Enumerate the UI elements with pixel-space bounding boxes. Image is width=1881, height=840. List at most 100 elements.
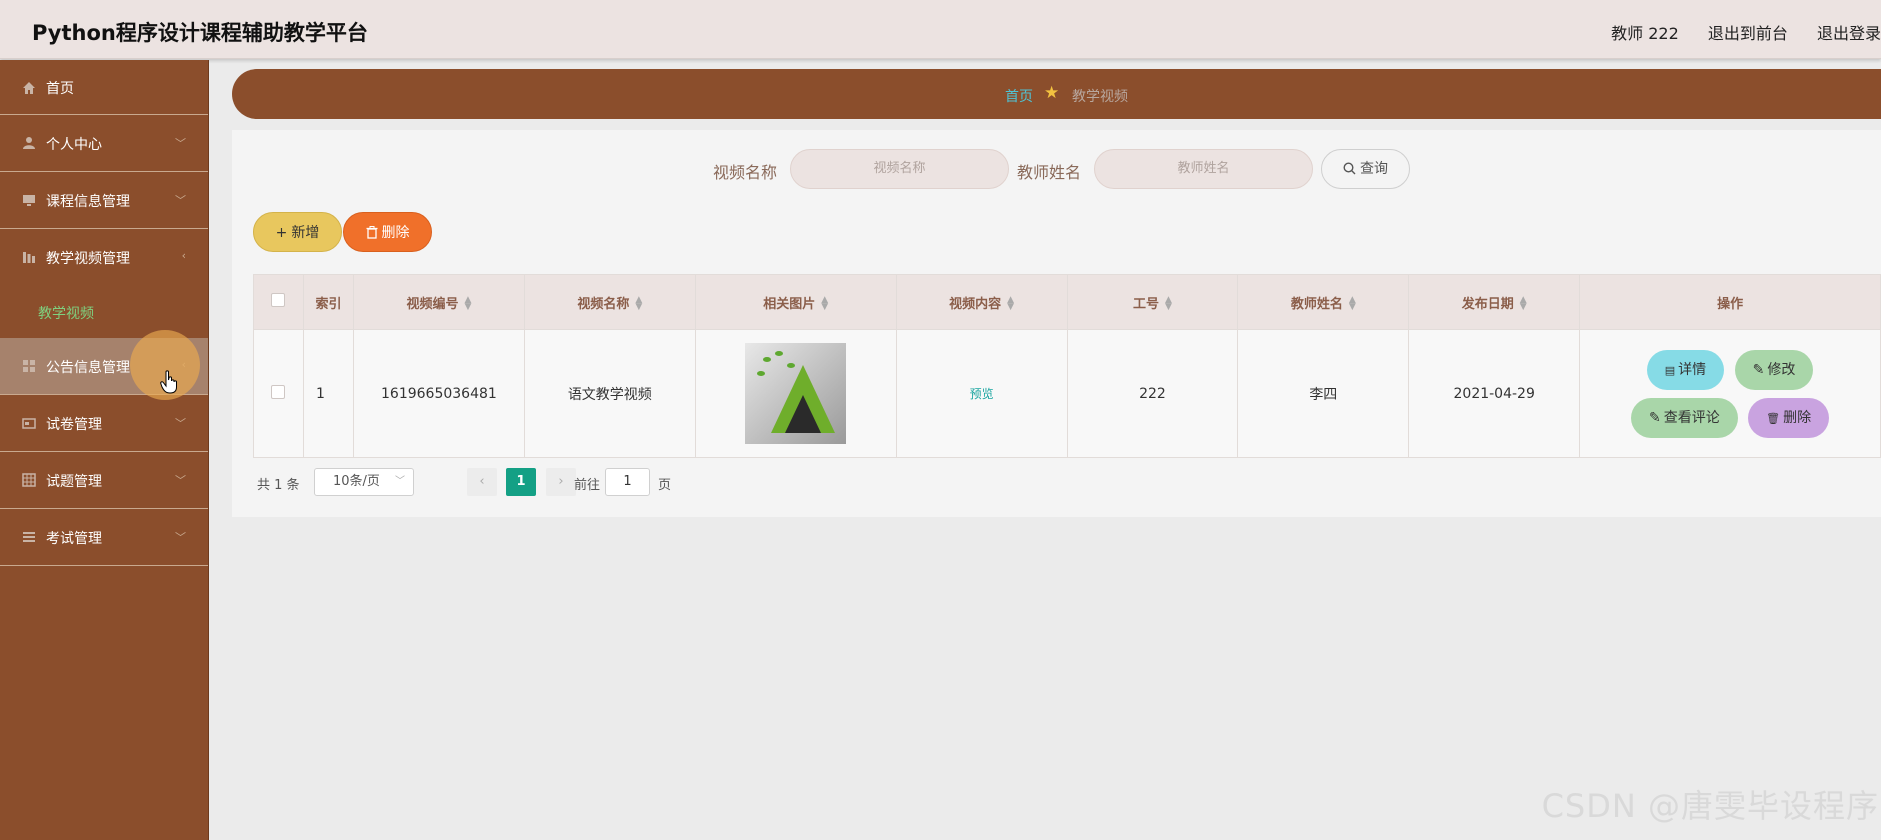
row-checkbox[interactable]	[271, 384, 286, 399]
column-header: 索引	[302, 274, 354, 330]
grid-icon	[23, 360, 35, 372]
view-comments-button[interactable]: ✎ 查看评论	[1630, 397, 1738, 438]
sidebar-item-exam-paper[interactable]: 试卷管理 ﹀	[0, 395, 208, 452]
page-size-value: 10条/页	[333, 474, 380, 489]
user-label: 教师 222	[1611, 24, 1679, 43]
video-name-input[interactable]: 视频名称	[790, 149, 1009, 189]
video-table: 索引 视频编号 ▲ ▼ 视频名称 ▲ ▼ 相关图片 ▲ ▼ 视频内容 ▲ ▼ 工号 ▲ ▼ 教师姓名…	[253, 274, 1881, 458]
prev-page-button[interactable]: ‹	[467, 468, 497, 496]
sort-icon[interactable]: ▲ ▼	[821, 296, 828, 312]
page-size-select[interactable]: 10条/页 ﹀	[314, 468, 414, 496]
sidebar-item-personal[interactable]: 个人中心 ﹀	[0, 115, 208, 172]
teacher-name-input[interactable]: 教师姓名	[1094, 149, 1313, 189]
edit-button[interactable]: ✎ 修改	[1734, 349, 1814, 390]
app-title: Python程序设计课程辅助教学平台	[32, 21, 368, 45]
select-all-checkbox[interactable]	[271, 293, 286, 307]
column-header[interactable]: 视频内容 ▲ ▼	[895, 274, 1068, 330]
column-header: 操作	[1579, 274, 1881, 330]
search-icon	[1343, 162, 1356, 175]
select-all-cell	[253, 274, 304, 330]
column-header[interactable]: 教师姓名 ▲ ▼	[1237, 274, 1410, 330]
sidebar-item-questions[interactable]: 试题管理 ﹀	[0, 452, 208, 509]
chevron-down-icon: ﹀	[175, 194, 186, 207]
sidebar-item-label: 试卷管理	[46, 417, 102, 433]
view-comments-label: 查看评论	[1663, 409, 1720, 426]
preview-link[interactable]: 预览	[970, 387, 994, 401]
watermark: CSDN @唐雯毕设程序	[1541, 787, 1879, 825]
sort-icon[interactable]: ▲ ▼	[464, 296, 471, 312]
video-thumbnail	[745, 343, 847, 444]
column-header-label: 相关图片	[763, 296, 816, 312]
index-cell: 1	[302, 329, 354, 458]
breadcrumb-current: 教学视频	[1072, 89, 1128, 105]
sidebar-item-label: 个人中心	[46, 137, 102, 153]
user-icon	[23, 137, 35, 149]
home-icon	[23, 82, 35, 94]
image-cell	[694, 329, 897, 458]
column-header[interactable]: 视频编号 ▲ ▼	[352, 274, 525, 330]
star-icon: ★	[1044, 83, 1060, 102]
sidebar-item-label: 考试管理	[46, 531, 102, 547]
logout-link[interactable]: 退出登录	[1817, 24, 1881, 43]
column-header-label: 工号	[1132, 296, 1159, 312]
main-panel: 视频名称 视频名称 教师姓名 教师姓名 查询 + 新增 删除 索引 视频编号 ▲ ▼ …	[232, 130, 1881, 517]
trash-icon: 🗑	[1766, 411, 1781, 425]
column-header[interactable]: 相关图片 ▲ ▼	[694, 274, 897, 330]
sort-icon[interactable]: ▲ ▼	[1349, 296, 1356, 312]
date-cell: 2021-04-29	[1408, 329, 1581, 458]
sidebar-item-course[interactable]: 课程信息管理 ﹀	[0, 172, 208, 229]
page-number-button[interactable]: 1	[506, 468, 536, 496]
breadcrumb-home-link[interactable]: 首页	[1005, 86, 1033, 106]
goto-page-input[interactable]: 1	[605, 468, 650, 496]
document-icon: ▤	[1664, 363, 1676, 377]
table-icon	[22, 473, 36, 487]
sort-icon[interactable]: ▲ ▼	[1520, 296, 1527, 312]
goto-label: 前往	[574, 478, 601, 493]
teacher-name-label: 教师姓名	[1017, 163, 1082, 182]
row-delete-button[interactable]: 🗑 删除	[1748, 397, 1830, 438]
column-header-label: 视频编号	[406, 296, 459, 312]
sidebar-item-home[interactable]: 首页	[0, 60, 208, 115]
sort-icon[interactable]: ▲ ▼	[1007, 296, 1014, 312]
sidebar-item-exam[interactable]: 考试管理 ﹀	[0, 509, 208, 566]
sort-icon[interactable]: ▲ ▼	[635, 296, 642, 312]
add-button-label: 新增	[291, 225, 320, 241]
column-header-label: 教师姓名	[1290, 296, 1343, 312]
column-header[interactable]: 发布日期 ▲ ▼	[1408, 274, 1581, 330]
chevron-down-icon: ﹀	[175, 531, 186, 544]
hand-cursor-icon	[160, 370, 177, 394]
chevron-down-icon: ﹀	[175, 137, 186, 150]
actions-cell: ▤ 详情 ✎ 修改 ✎ 查看评论 🗑 删除	[1579, 329, 1881, 458]
detail-label: 详情	[1678, 361, 1707, 378]
total-count: 共 1 条	[257, 478, 300, 493]
back-to-front-link[interactable]: 退出到前台	[1708, 24, 1788, 43]
sidebar-subitem-teaching-video[interactable]: 教学视频	[0, 286, 208, 338]
breadcrumb: 首页 ★ 教学视频	[232, 69, 1881, 119]
sidebar-item-video[interactable]: 教学视频管理 ‹	[0, 229, 208, 286]
batch-delete-button[interactable]: 删除	[343, 212, 432, 252]
plus-icon: +	[275, 225, 288, 241]
batch-delete-label: 删除	[381, 225, 410, 241]
top-header: Python程序设计课程辅助教学平台 教师 222 退出到前台 退出登录	[0, 0, 1881, 59]
table-row: 1 1619665036481 语文教学视频 预览 222 李四 2021-04…	[253, 329, 1881, 458]
edit-label: 修改	[1767, 361, 1796, 378]
pencil-icon: ✎	[1752, 361, 1765, 378]
column-header[interactable]: 视频名称 ▲ ▼	[523, 274, 696, 330]
sort-icon[interactable]: ▲ ▼	[1165, 296, 1172, 312]
video-no-cell: 1619665036481	[352, 329, 525, 458]
detail-button[interactable]: ▤ 详情	[1646, 349, 1725, 390]
next-page-button[interactable]: ›	[546, 468, 576, 496]
add-button[interactable]: + 新增	[253, 212, 342, 252]
table-header-row: 索引 视频编号 ▲ ▼ 视频名称 ▲ ▼ 相关图片 ▲ ▼ 视频内容 ▲ ▼ 工号 ▲ ▼ 教师姓名…	[253, 274, 1881, 330]
chart-icon	[23, 252, 35, 263]
card-icon	[22, 418, 36, 429]
sidebar-item-label: 公告信息管理	[46, 360, 130, 376]
chevron-left-icon: ‹	[479, 474, 485, 489]
column-header[interactable]: 工号 ▲ ▼	[1066, 274, 1239, 330]
chevron-right-icon: ›	[558, 474, 564, 489]
query-button[interactable]: 查询	[1321, 149, 1410, 189]
sidebar-item-label: 教学视频管理	[46, 251, 130, 267]
column-header-label: 视频内容	[949, 296, 1002, 312]
trash-icon	[366, 226, 377, 239]
video-name-label: 视频名称	[713, 163, 778, 182]
